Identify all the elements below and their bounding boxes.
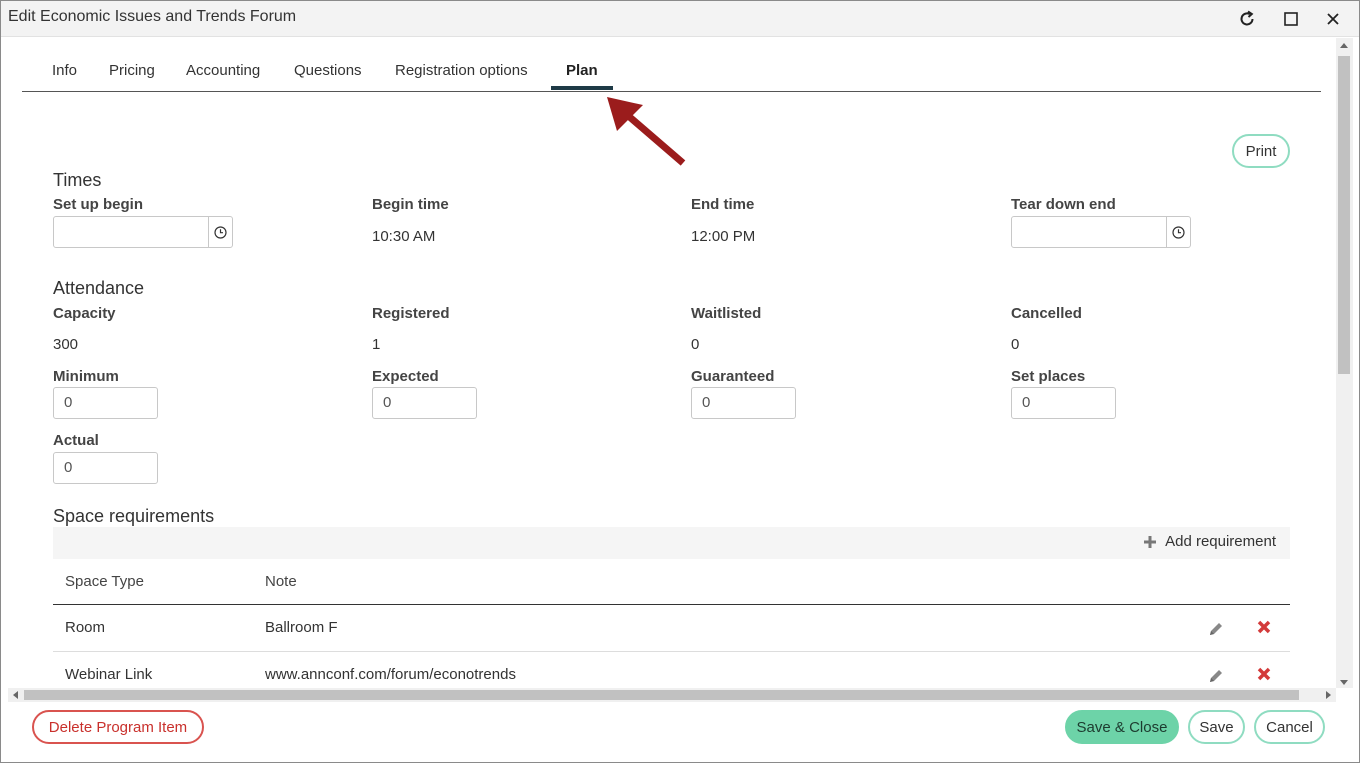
delete-program-item-button[interactable]: Delete Program Item xyxy=(32,710,204,744)
setup-begin-input[interactable] xyxy=(53,216,233,248)
tab-registration-options[interactable]: Registration options xyxy=(395,62,528,79)
column-space-type[interactable]: Space Type xyxy=(65,573,144,590)
times-heading: Times xyxy=(53,170,102,190)
space-type-cell: Webinar Link xyxy=(65,666,153,683)
annotation-arrow-icon xyxy=(607,97,686,166)
expected-label: Expected xyxy=(372,368,439,385)
active-tab-indicator xyxy=(551,86,613,90)
pencil-icon[interactable] xyxy=(1208,621,1224,637)
save-button[interactable]: Save xyxy=(1188,710,1245,744)
refresh-icon[interactable] xyxy=(1235,7,1259,31)
cancelled-value: 0 xyxy=(1011,336,1020,353)
teardown-end-input[interactable] xyxy=(1011,216,1191,248)
capacity-label: Capacity xyxy=(53,305,116,322)
print-button[interactable]: Print xyxy=(1232,134,1290,168)
save-and-close-button[interactable]: Save & Close xyxy=(1065,710,1179,744)
delete-x-icon[interactable] xyxy=(1256,666,1272,682)
delete-x-icon[interactable] xyxy=(1256,619,1272,635)
column-note[interactable]: Note xyxy=(265,573,297,590)
setup-begin-label: Set up begin xyxy=(53,196,143,213)
scroll-down-icon[interactable] xyxy=(1340,680,1348,685)
registered-value: 1 xyxy=(372,336,381,353)
tab-info[interactable]: Info xyxy=(52,62,77,79)
close-icon[interactable] xyxy=(1321,7,1345,31)
scroll-left-icon[interactable] xyxy=(13,691,18,699)
tab-plan[interactable]: Plan xyxy=(566,62,598,79)
tab-accounting[interactable]: Accounting xyxy=(186,62,260,79)
requirements-toolbar: Add requirement xyxy=(53,527,1290,559)
end-time-label: End time xyxy=(691,196,755,213)
attendance-heading: Attendance xyxy=(53,278,145,298)
plus-icon xyxy=(1144,535,1157,548)
waitlisted-label: Waitlisted xyxy=(691,305,762,322)
table-header: Space Type Note xyxy=(53,559,1290,605)
registered-label: Registered xyxy=(372,305,450,322)
horizontal-scroll-thumb[interactable] xyxy=(24,690,1299,700)
begin-time-label: Begin time xyxy=(372,196,449,213)
actual-label: Actual xyxy=(53,432,99,449)
cancelled-label: Cancelled xyxy=(1011,305,1082,322)
scroll-up-icon[interactable] xyxy=(1340,43,1348,48)
minimum-input[interactable]: 0 xyxy=(53,387,158,419)
clock-icon[interactable] xyxy=(208,217,232,247)
maximize-icon[interactable] xyxy=(1279,7,1303,31)
set-places-input[interactable]: 0 xyxy=(1011,387,1116,419)
minimum-label: Minimum xyxy=(53,368,119,385)
pencil-icon[interactable] xyxy=(1208,668,1224,684)
expected-input[interactable]: 0 xyxy=(372,387,477,419)
note-cell: Ballroom F xyxy=(265,619,338,636)
clock-icon[interactable] xyxy=(1166,217,1190,247)
table-row[interactable]: Room Ballroom F xyxy=(53,605,1290,652)
horizontal-scrollbar[interactable] xyxy=(8,688,1336,702)
end-time-value: 12:00 PM xyxy=(691,228,756,245)
window-title: Edit Economic Issues and Trends Forum xyxy=(8,8,297,25)
add-requirement-button[interactable]: Add requirement xyxy=(1143,533,1276,550)
title-bar: Edit Economic Issues and Trends Forum xyxy=(1,1,1359,37)
actual-input[interactable]: 0 xyxy=(53,452,158,484)
capacity-value: 300 xyxy=(53,336,79,353)
space-requirements-heading: Space requirements xyxy=(53,506,215,526)
teardown-end-label: Tear down end xyxy=(1011,196,1116,213)
space-type-cell: Room xyxy=(65,619,106,636)
edit-dialog: Edit Economic Issues and Trends Forum In… xyxy=(0,0,1360,763)
guaranteed-input[interactable]: 0 xyxy=(691,387,796,419)
tab-bar: Info Pricing Accounting Questions Regist… xyxy=(22,51,1321,92)
vertical-scrollbar[interactable] xyxy=(1336,38,1353,688)
scroll-right-icon[interactable] xyxy=(1326,691,1331,699)
tab-pricing[interactable]: Pricing xyxy=(109,62,155,79)
tab-questions[interactable]: Questions xyxy=(294,62,362,79)
vertical-scroll-thumb[interactable] xyxy=(1338,56,1350,374)
note-cell: www.annconf.com/forum/econotrends xyxy=(265,666,516,683)
waitlisted-value: 0 xyxy=(691,336,700,353)
guaranteed-label: Guaranteed xyxy=(691,368,775,385)
set-places-label: Set places xyxy=(1011,368,1086,385)
add-requirement-label: Add requirement xyxy=(1165,533,1276,550)
begin-time-value: 10:30 AM xyxy=(372,228,436,245)
cancel-button[interactable]: Cancel xyxy=(1254,710,1325,744)
